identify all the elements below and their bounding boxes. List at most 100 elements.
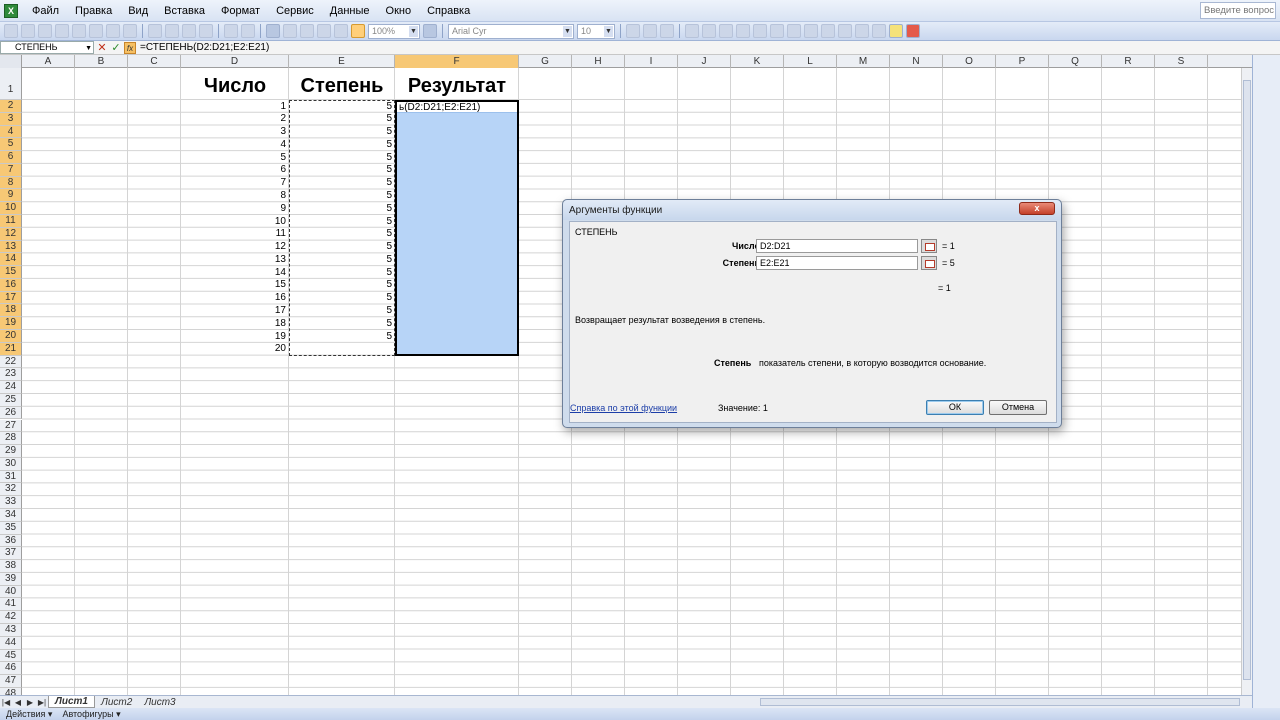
row-header-11[interactable]: 11 [0, 215, 22, 228]
paste-icon[interactable] [182, 24, 196, 38]
row-header-9[interactable]: 9 [0, 189, 22, 203]
column-header-m[interactable]: M [837, 55, 890, 68]
sheet-tab-1[interactable]: Лист1 [48, 696, 95, 708]
row-header-1[interactable]: 1 [0, 68, 22, 100]
prev-sheet-icon[interactable]: ◀ [12, 698, 24, 707]
row-header-34[interactable]: 34 [0, 508, 22, 522]
menu-file[interactable]: Файл [24, 5, 67, 17]
power-cell[interactable]: 5 [289, 305, 392, 316]
align-center-icon[interactable] [702, 24, 716, 38]
column-header-o[interactable]: O [943, 55, 996, 68]
row-header-29[interactable]: 29 [0, 445, 22, 458]
power-cell[interactable]: 5 [289, 190, 392, 201]
power-cell[interactable]: 5 [289, 177, 392, 188]
italic-icon[interactable] [643, 24, 657, 38]
menu-tools[interactable]: Сервис [268, 5, 322, 17]
sort-asc-icon[interactable] [300, 24, 314, 38]
menu-view[interactable]: Вид [120, 5, 156, 17]
row-header-15[interactable]: 15 [0, 266, 22, 279]
header-cell-f[interactable]: Результат [395, 75, 519, 98]
row-header-12[interactable]: 12 [0, 227, 22, 241]
chart-wizard-icon[interactable] [334, 24, 348, 38]
row-header-8[interactable]: 8 [0, 176, 22, 190]
number-cell[interactable]: 2 [181, 113, 286, 124]
row-header-40[interactable]: 40 [0, 585, 22, 599]
column-header-p[interactable]: P [996, 55, 1049, 68]
row-header-19[interactable]: 19 [0, 317, 22, 331]
formula-input[interactable]: =СТЕПЕНЬ(D2:D21;E2:E21) [140, 42, 269, 53]
collapse-dialog-icon[interactable] [921, 256, 937, 270]
row-header-7[interactable]: 7 [0, 163, 22, 177]
last-sheet-icon[interactable]: ▶| [36, 698, 48, 707]
merge-center-icon[interactable] [736, 24, 750, 38]
row-header-37[interactable]: 37 [0, 547, 22, 561]
power-cell[interactable]: 5 [289, 139, 392, 150]
row-header-45[interactable]: 45 [0, 649, 22, 663]
active-cell-editor[interactable]: ь(D2:D21;E2:E21) [397, 102, 517, 113]
row-header-27[interactable]: 27 [0, 419, 22, 433]
copy-icon[interactable] [165, 24, 179, 38]
row-header-17[interactable]: 17 [0, 291, 22, 305]
increase-decimal-icon[interactable] [804, 24, 818, 38]
zoom-select[interactable]: 100% ▼ [368, 23, 420, 39]
select-all-corner[interactable] [0, 55, 22, 68]
help-question-input[interactable]: Введите вопрос [1200, 2, 1276, 19]
help-icon[interactable] [423, 24, 437, 38]
print-preview-icon[interactable] [89, 24, 103, 38]
menu-edit[interactable]: Правка [67, 5, 120, 17]
row-header-10[interactable]: 10 [0, 202, 22, 215]
row-header-14[interactable]: 14 [0, 253, 22, 267]
header-cell-e[interactable]: Степень [289, 75, 395, 98]
autosum-icon[interactable] [283, 24, 297, 38]
drawing-icon[interactable] [351, 24, 365, 38]
permission-icon[interactable] [55, 24, 69, 38]
number-cell[interactable]: 9 [181, 203, 286, 214]
row-header-35[interactable]: 35 [0, 521, 22, 535]
row-header-2[interactable]: 2 [0, 100, 22, 113]
row-header-13[interactable]: 13 [0, 240, 22, 254]
insert-function-icon[interactable]: fx [124, 41, 136, 54]
decrease-decimal-icon[interactable] [821, 24, 835, 38]
menu-insert[interactable]: Вставка [156, 5, 213, 17]
row-header-36[interactable]: 36 [0, 534, 22, 548]
row-header-20[interactable]: 20 [0, 330, 22, 343]
column-header-b[interactable]: B [75, 55, 128, 68]
autoshapes-menu[interactable]: Автофигуры ▾ [62, 709, 120, 720]
number-cell[interactable]: 7 [181, 177, 286, 188]
number-cell[interactable]: 3 [181, 126, 286, 137]
enter-entry-icon[interactable]: ✓ [110, 42, 122, 54]
number-cell[interactable]: 17 [181, 305, 286, 316]
percent-icon[interactable] [770, 24, 784, 38]
row-header-16[interactable]: 16 [0, 278, 22, 292]
scroll-thumb[interactable] [1243, 80, 1251, 680]
column-header-k[interactable]: K [731, 55, 784, 68]
print-icon[interactable] [72, 24, 86, 38]
hyperlink-icon[interactable] [266, 24, 280, 38]
column-header-e[interactable]: E [289, 55, 395, 68]
power-cell[interactable]: 5 [289, 254, 392, 265]
column-header-c[interactable]: C [128, 55, 181, 68]
redo-icon[interactable] [241, 24, 255, 38]
power-cell[interactable]: 5 [289, 241, 392, 252]
power-cell[interactable]: 5 [289, 152, 392, 163]
column-header-n[interactable]: N [890, 55, 943, 68]
row-header-28[interactable]: 28 [0, 432, 22, 446]
row-header-26[interactable]: 26 [0, 406, 22, 420]
menu-format[interactable]: Формат [213, 5, 268, 17]
vertical-scrollbar[interactable] [1241, 68, 1252, 695]
open-icon[interactable] [21, 24, 35, 38]
align-right-icon[interactable] [719, 24, 733, 38]
row-header-21[interactable]: 21 [0, 342, 22, 356]
number-cell[interactable]: 13 [181, 254, 286, 265]
power-cell[interactable]: 5 [289, 228, 392, 239]
collapse-dialog-icon[interactable] [921, 239, 937, 253]
selected-range[interactable] [395, 100, 519, 356]
row-header-43[interactable]: 43 [0, 623, 22, 637]
column-header-h[interactable]: H [572, 55, 625, 68]
undo-icon[interactable] [224, 24, 238, 38]
sheet-tab-3[interactable]: Лист3 [138, 697, 181, 708]
new-icon[interactable] [4, 24, 18, 38]
column-header-s[interactable]: S [1155, 55, 1208, 68]
cut-icon[interactable] [148, 24, 162, 38]
number-cell[interactable]: 10 [181, 216, 286, 227]
